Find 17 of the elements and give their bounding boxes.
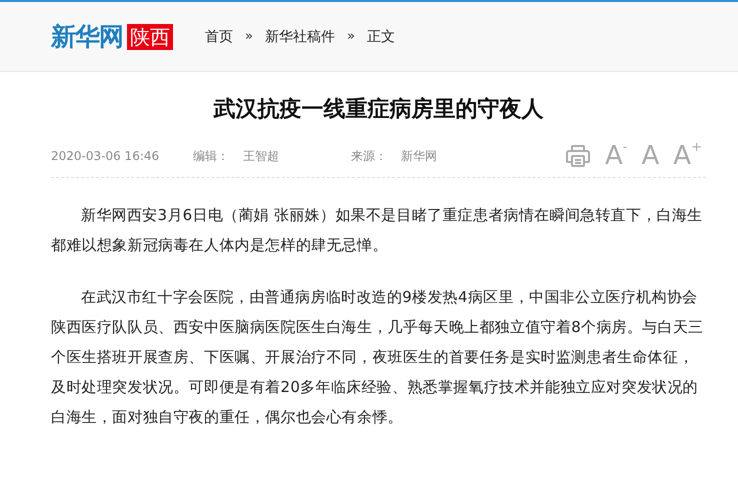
breadcrumb-link[interactable]: 首页 — [205, 28, 233, 46]
publish-date: 2020-03-06 16:46 — [51, 149, 160, 163]
breadcrumb-link[interactable]: 新华社稿件 — [264, 28, 335, 46]
font-size-button[interactable]: A+ — [673, 141, 702, 171]
article-title: 武汉抗疫一线重症病房里的守夜人 — [212, 96, 544, 124]
breadcrumb-link[interactable]: 正文 — [366, 28, 395, 46]
site-logo[interactable]: 新华网 — [51, 20, 123, 53]
breadcrumb-separator: » — [346, 29, 355, 44]
article-paragraph: 在武汉市红十字会医院，由普通病房临时改造的9楼发热4病区里，中国非公立医疗机构协会陕西医疗队队员、西安中医脑病医院医生白海生，几乎每天晚上都独立值守着8个病房。与白天三个医生搭班开展查房、下医嘱、开展治疗不同，夜班医生的首要任务是实时监测患者生命体征，及时处理突发状况。可即便是有着20多年临床经验、熟悉掌握氧疗技术并能独立应对突发状况的白海生，面对独自守夜的重任，偶尔也会心有余悸。 — [51, 287, 704, 428]
source-label: 来源： 新华网 — [351, 148, 438, 164]
font-size-button[interactable]: A- — [605, 141, 628, 171]
print-icon[interactable] — [565, 144, 591, 168]
article-paragraph: 新华网西安3月6日电（蔺娟 张丽姝）如果不是目睹了重症患者病情在瞬间急转直下，白海生都难以想象新冠病毒在人体内是怎样的肆无忌惮。 — [51, 205, 704, 256]
editor-label: 编辑： 王智超 — [193, 148, 280, 164]
region-badge: 陕西 — [127, 24, 173, 50]
breadcrumb-separator: » — [245, 29, 253, 44]
font-size-button[interactable]: A — [642, 141, 660, 171]
